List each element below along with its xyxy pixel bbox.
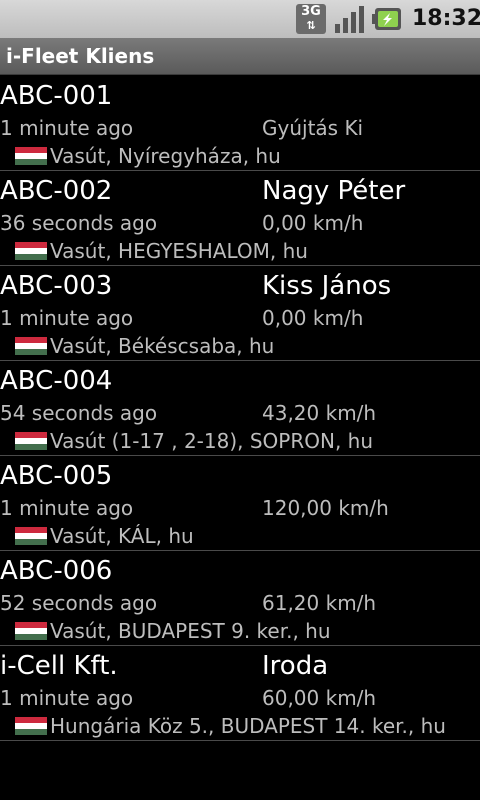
vehicle-name: i-Cell Kft.: [0, 651, 118, 681]
last-update-time: 1 minute ago: [0, 496, 134, 520]
hungary-flag-icon: [15, 337, 47, 355]
status-bar: 3G ⇅ 18:32: [0, 0, 480, 38]
hungary-flag-icon: [15, 147, 47, 165]
vehicle-status: 61,20 km/h: [262, 591, 377, 615]
app-title: i-Fleet Kliens: [6, 44, 155, 68]
title-bar: i-Fleet Kliens: [0, 38, 480, 75]
vehicle-name: ABC-004: [0, 366, 113, 396]
vehicle-status: 60,00 km/h: [262, 686, 377, 710]
vehicle-name: ABC-006: [0, 556, 113, 586]
vehicle-address: Vasút, Békéscsaba, hu: [50, 334, 275, 358]
vehicle-name: ABC-002: [0, 176, 113, 206]
hungary-flag-icon: [15, 622, 47, 640]
vehicle-name: ABC-001: [0, 81, 113, 111]
vehicle-name: ABC-005: [0, 461, 113, 491]
signal-icon: [335, 6, 364, 33]
hungary-flag-icon: [15, 242, 47, 260]
vehicle-status: 0,00 km/h: [262, 306, 364, 330]
vehicle-address: Vasút, HEGYESHALOM, hu: [50, 239, 308, 263]
vehicle-row[interactable]: ABC-001 1 minute ago Gyújtás Ki Vasút, N…: [0, 76, 480, 171]
vehicle-status: 43,20 km/h: [262, 401, 377, 425]
battery-charging-icon: [372, 8, 401, 30]
vehicle-address: Vasút, Nyíregyháza, hu: [50, 144, 281, 168]
vehicle-address: Hungária Köz 5., BUDAPEST 14. ker., hu: [50, 714, 446, 738]
clock: 18:32: [412, 6, 480, 31]
network-3g-icon: 3G ⇅: [296, 4, 326, 34]
vehicle-row[interactable]: i-Cell Kft. Iroda 1 minute ago 60,00 km/…: [0, 646, 480, 741]
vehicle-row[interactable]: ABC-006 52 seconds ago 61,20 km/h Vasút,…: [0, 551, 480, 646]
last-update-time: 1 minute ago: [0, 686, 134, 710]
last-update-time: 52 seconds ago: [0, 591, 158, 615]
vehicle-address: Vasút (1-17 , 2-18), SOPRON, hu: [50, 429, 374, 453]
hungary-flag-icon: [15, 527, 47, 545]
last-update-time: 54 seconds ago: [0, 401, 158, 425]
vehicle-address: Vasút, BUDAPEST 9. ker., hu: [50, 619, 331, 643]
vehicle-row[interactable]: ABC-004 54 seconds ago 43,20 km/h Vasút …: [0, 361, 480, 456]
vehicle-name: ABC-003: [0, 271, 113, 301]
driver-name: Nagy Péter: [262, 176, 406, 206]
vehicle-row[interactable]: ABC-003 Kiss János 1 minute ago 0,00 km/…: [0, 266, 480, 361]
vehicle-row[interactable]: ABC-005 1 minute ago 120,00 km/h Vasút, …: [0, 456, 480, 551]
vehicle-status: 0,00 km/h: [262, 211, 364, 235]
driver-name: Iroda: [262, 651, 329, 681]
vehicle-address: Vasút, KÁL, hu: [50, 524, 194, 548]
vehicle-status: Gyújtás Ki: [262, 116, 364, 140]
network-type-label: 3G: [301, 4, 321, 19]
data-arrows-icon: ⇅: [306, 19, 316, 32]
last-update-time: 1 minute ago: [0, 306, 134, 330]
vehicle-status: 120,00 km/h: [262, 496, 389, 520]
driver-name: Kiss János: [262, 271, 392, 301]
vehicle-list: ABC-001 1 minute ago Gyújtás Ki Vasút, N…: [0, 76, 480, 741]
hungary-flag-icon: [15, 432, 47, 450]
hungary-flag-icon: [15, 717, 47, 735]
last-update-time: 36 seconds ago: [0, 211, 158, 235]
last-update-time: 1 minute ago: [0, 116, 134, 140]
vehicle-row[interactable]: ABC-002 Nagy Péter 36 seconds ago 0,00 k…: [0, 171, 480, 266]
